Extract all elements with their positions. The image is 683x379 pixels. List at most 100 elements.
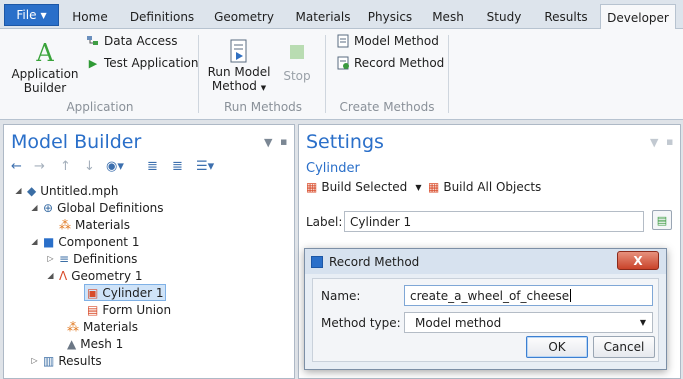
ok-button[interactable]: OK — [526, 336, 588, 358]
label-caption: Label: — [306, 215, 343, 229]
tab-materials[interactable]: Materials — [288, 6, 358, 28]
model-file-icon: ◆ — [27, 183, 37, 198]
expand-icon[interactable]: ▷ — [30, 356, 39, 365]
build-all-icon: ▦ — [428, 180, 440, 194]
tree-item-mesh[interactable]: ▲ Mesh 1 — [67, 335, 123, 352]
close-icon: X — [633, 253, 643, 268]
build-all-objects-button[interactable]: ▦ Build All Objects — [428, 180, 541, 194]
panel-menu-icon[interactable]: ▼ — [650, 136, 658, 149]
collapse-icon[interactable]: ◢ — [46, 271, 55, 280]
arrow-up-icon[interactable]: ↑ — [60, 159, 71, 174]
pin-icon[interactable]: ▪ — [666, 135, 673, 148]
record-method-dialog: Record Method X Name: create_a_wheel_of_… — [304, 248, 667, 370]
model-builder-title: Model Builder — [11, 131, 142, 153]
tree-item-form-union[interactable]: ▤ Form Union — [87, 301, 171, 318]
build-selected-icon: ▦ — [306, 180, 318, 194]
tree-item-cylinder[interactable]: ▣ Cylinder 1 — [84, 284, 167, 301]
name-label: Name: — [321, 289, 361, 303]
record-method-icon — [337, 56, 349, 70]
cancel-button[interactable]: Cancel — [593, 336, 655, 358]
data-access-icon — [87, 36, 98, 45]
ribbon-separator — [325, 35, 326, 113]
tree-item-geometry[interactable]: ◢ Ʌ Geometry 1 — [46, 267, 142, 284]
tab-geometry[interactable]: Geometry — [209, 6, 279, 28]
chevron-down-icon: ▼ — [639, 318, 646, 327]
materials-icon: ⁂ — [59, 217, 71, 232]
expand-sections-icon[interactable]: ≣ — [147, 159, 158, 174]
run-model-method-button[interactable]: Run Model Method ▼ — [206, 39, 272, 95]
comment-button[interactable]: ▤ — [652, 210, 672, 230]
tree-item-materials[interactable]: ⁂ Materials — [59, 216, 130, 233]
component-icon: ■ — [43, 234, 55, 249]
application-builder-icon: A — [36, 39, 54, 67]
model-method-icon — [337, 34, 349, 48]
tab-study[interactable]: Study — [482, 6, 526, 28]
settings-subtitle: Cylinder — [306, 161, 360, 176]
tab-physics[interactable]: Physics — [362, 6, 418, 28]
tab-developer[interactable]: Developer — [600, 4, 676, 30]
form-union-icon: ▤ — [87, 302, 99, 317]
collapse-icon[interactable]: ◢ — [30, 203, 39, 212]
materials-icon: ⁂ — [67, 319, 79, 334]
list-options-icon[interactable]: ☰▾ — [196, 159, 214, 174]
tree-item-untitled[interactable]: ◢ ◆ Untitled.mph — [14, 182, 118, 199]
tab-home[interactable]: Home — [66, 6, 114, 28]
chevron-down-icon: ▼ — [260, 84, 267, 92]
data-access-button[interactable]: Data Access — [86, 34, 178, 48]
method-name-input[interactable]: create_a_wheel_of_cheese — [404, 285, 653, 306]
method-type-label: Method type: — [321, 316, 401, 330]
test-application-button[interactable]: ▶ Test Application — [86, 56, 199, 70]
dialog-title-bar: Record Method X — [305, 249, 666, 274]
ribbon-tab-bar: File ▼ Home Definitions Geometry Material… — [0, 0, 683, 30]
dialog-body: Name: create_a_wheel_of_cheese Method ty… — [312, 278, 659, 362]
arrow-right-icon[interactable]: → — [34, 159, 45, 174]
model-method-button[interactable]: Model Method — [336, 34, 439, 48]
label-field[interactable]: Cylinder 1 — [344, 211, 644, 232]
geometry-icon: Ʌ — [59, 268, 68, 283]
comment-icon: ▤ — [656, 213, 668, 227]
play-icon: ▶ — [88, 56, 98, 70]
ribbon-separator — [448, 35, 449, 113]
dialog-title: Record Method — [329, 254, 420, 269]
show-icon[interactable]: ◉▾ — [106, 159, 124, 174]
mesh-icon: ▲ — [67, 336, 77, 351]
collapse-sections-icon[interactable]: ≣ — [172, 159, 183, 174]
settings-title: Settings — [306, 131, 384, 153]
text-cursor — [570, 289, 572, 302]
stop-icon — [290, 45, 304, 59]
arrow-left-icon[interactable]: ← — [11, 159, 22, 174]
tab-definitions[interactable]: Definitions — [124, 6, 200, 28]
record-method-button[interactable]: Record Method — [336, 56, 444, 70]
chevron-down-icon: ▼ — [415, 182, 422, 192]
stop-button[interactable]: Stop — [278, 39, 316, 83]
globe-icon: ⊕ — [43, 200, 54, 215]
method-type-select[interactable]: Model method ▼ — [404, 312, 653, 333]
ribbon-developer: A Application Builder Data Access ▶ Test… — [0, 29, 683, 120]
tree-item-component[interactable]: ◢ ■ Component 1 — [30, 233, 139, 250]
cylinder-icon: ▣ — [87, 285, 99, 300]
definitions-icon: ≡ — [59, 251, 70, 266]
tab-results[interactable]: Results — [540, 6, 592, 28]
results-icon: ▥ — [43, 353, 55, 368]
group-label-create-methods: Create Methods — [339, 100, 435, 114]
tree-item-definitions[interactable]: ▷ ≡ Definitions — [46, 250, 137, 267]
file-menu-tab[interactable]: File ▼ — [4, 4, 59, 26]
tree-item-materials-component[interactable]: ⁂ Materials — [67, 318, 138, 335]
arrow-down-icon[interactable]: ↓ — [84, 159, 95, 174]
ribbon-separator — [198, 35, 199, 113]
collapse-icon[interactable]: ◢ — [30, 237, 39, 246]
comsol-app-icon — [311, 255, 323, 268]
run-method-icon — [230, 39, 247, 63]
build-selected-button[interactable]: ▦ Build Selected ▼ — [306, 180, 421, 194]
group-label-run-methods: Run Methods — [223, 100, 303, 114]
tree-item-global-definitions[interactable]: ◢ ⊕ Global Definitions — [30, 199, 163, 216]
expand-icon[interactable]: ▷ — [46, 254, 55, 263]
collapse-icon[interactable]: ◢ — [14, 186, 23, 195]
tab-mesh[interactable]: Mesh — [426, 6, 470, 28]
tree-item-results[interactable]: ▷ ▥ Results — [30, 352, 101, 369]
panel-menu-icon[interactable]: ▼ — [264, 136, 272, 149]
chevron-down-icon: ▼ — [40, 10, 47, 20]
application-builder-button[interactable]: A Application Builder — [10, 39, 80, 95]
pin-icon[interactable]: ▪ — [280, 135, 287, 148]
close-button[interactable]: X — [617, 251, 659, 270]
